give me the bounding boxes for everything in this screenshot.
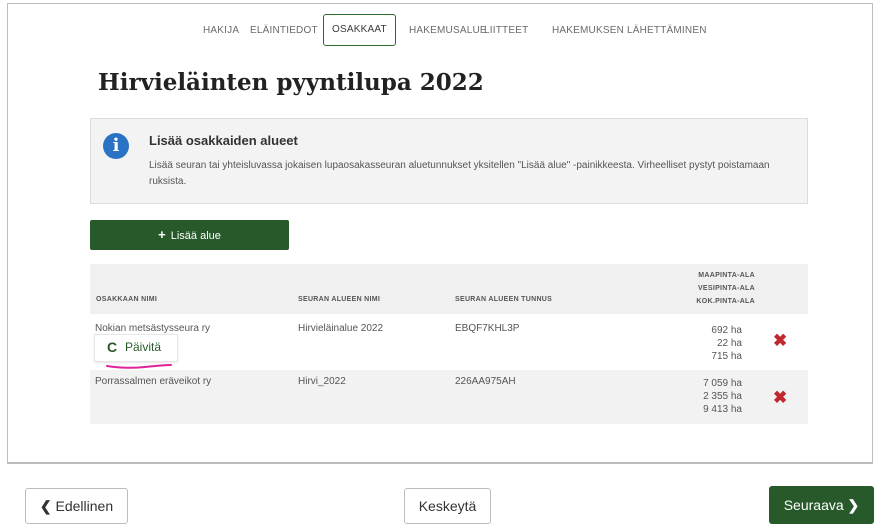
info-box: i Lisää osakkaiden alueet Lisää seuran t… — [90, 118, 808, 204]
next-label: Seuraava — [783, 497, 844, 513]
cancel-button[interactable]: Keskeytä — [404, 488, 491, 524]
refresh-icon: C — [107, 339, 118, 355]
area-id: 226AA975AH — [455, 376, 516, 387]
owners-table: OSAKKAAN NIMI SEURAN ALUEEN NIMI SEURAN … — [90, 264, 808, 424]
table-row: Nokian metsästysseura ry Hirvieläinalue … — [90, 314, 808, 370]
total-area: 9 413 ha — [703, 404, 742, 415]
area-name: Hirvieläinalue 2022 — [298, 323, 384, 334]
owner-name: Porrassalmen eräveikot ry — [95, 376, 212, 387]
table-row: Porrassalmen eräveikot ry Hirvi_2022 226… — [90, 370, 808, 424]
owner-name: Nokian metsästysseura ry — [95, 323, 211, 334]
area-id: EBQF7KHL3P — [455, 323, 520, 334]
tab-hakija[interactable]: HAKIJA — [203, 18, 239, 44]
info-icon: i — [103, 133, 129, 159]
wizard-tabs: HAKIJA ELÄINTIEDOT OSAKKAAT HAKEMUSALUE … — [0, 14, 879, 46]
tab-hakemusalue[interactable]: HAKEMUSALUE — [409, 18, 487, 44]
next-button[interactable]: Seuraava ❯ — [769, 486, 874, 524]
header-total: KOK.PINTA-ALA — [696, 298, 755, 305]
previous-label: Edellinen — [55, 498, 114, 514]
refresh-button[interactable]: C Päivitä — [94, 334, 178, 369]
tab-hakemuksen-lahettaminen[interactable]: HAKEMUKSEN LÄHETTÄMINEN — [552, 18, 707, 44]
area-values: 7 059 ha 2 355 ha 9 413 ha — [650, 377, 742, 416]
header-areas: MAAPINTA-ALA VESIPINTA-ALA KOK.PINTA-ALA — [650, 269, 755, 308]
header-water: VESIPINTA-ALA — [697, 285, 755, 292]
total-area: 715 ha — [711, 351, 742, 362]
previous-button[interactable]: ❮ Edellinen — [25, 488, 128, 524]
footer-divider — [7, 463, 873, 464]
plus-icon: + — [158, 227, 166, 242]
land-area: 7 059 ha — [703, 378, 742, 389]
highlight-underline — [106, 364, 172, 369]
tab-liitteet[interactable]: LIITTEET — [484, 18, 528, 44]
water-area: 22 ha — [716, 338, 742, 349]
water-area: 2 355 ha — [703, 391, 742, 402]
header-owner: OSAKKAAN NIMI — [96, 296, 158, 303]
chevron-right-icon: ❯ — [847, 497, 860, 513]
delete-icon[interactable]: ✖ — [773, 388, 787, 408]
refresh-label: Päivitä — [125, 340, 162, 354]
area-name: Hirvi_2022 — [298, 376, 346, 387]
header-area-id: SEURAN ALUEEN TUNNUS — [455, 296, 553, 303]
add-area-label: Lisää alue — [170, 230, 221, 242]
chevron-left-icon: ❮ — [39, 498, 52, 514]
area-values: 692 ha 22 ha 715 ha — [650, 324, 742, 363]
page-title: Hirvieläinten pyyntilupa 2022 — [98, 69, 484, 96]
land-area: 692 ha — [711, 325, 742, 336]
info-title: Lisää osakkaiden alueet — [149, 133, 298, 148]
info-text: Lisää seuran tai yhteisluvassa jokaisen … — [149, 160, 770, 187]
tab-elaintiedot[interactable]: ELÄINTIEDOT — [250, 18, 318, 44]
add-area-button[interactable]: + Lisää alue — [90, 220, 289, 250]
delete-icon[interactable]: ✖ — [773, 331, 787, 351]
table-header: OSAKKAAN NIMI SEURAN ALUEEN NIMI SEURAN … — [90, 264, 808, 314]
tab-osakkaat[interactable]: OSAKKAAT — [323, 14, 396, 46]
cancel-label: Keskeytä — [418, 498, 477, 514]
header-area-name: SEURAN ALUEEN NIMI — [298, 296, 381, 303]
header-land: MAAPINTA-ALA — [698, 272, 755, 279]
